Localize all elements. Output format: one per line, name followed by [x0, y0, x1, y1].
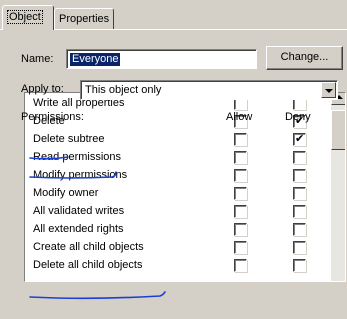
- chevron-down-icon: [325, 89, 333, 93]
- apply-to-value: This object only: [85, 84, 162, 96]
- name-field[interactable]: Everyone: [66, 49, 257, 69]
- apply-to-select[interactable]: This object only: [80, 80, 338, 100]
- tab-object[interactable]: Object: [2, 5, 54, 30]
- name-label: Name:: [21, 53, 54, 65]
- object-tab-panel: Name: Everyone Change... Apply to: This …: [0, 29, 347, 319]
- apply-to-dropdown-button[interactable]: [321, 82, 336, 98]
- tab-object-label: Object: [7, 10, 43, 24]
- tab-properties-label: Properties: [59, 13, 110, 25]
- permissions-label: Permissions:: [21, 111, 84, 123]
- change-button[interactable]: Change...: [266, 46, 343, 70]
- change-button-label: Change...: [280, 51, 329, 63]
- tab-properties[interactable]: Properties: [54, 8, 114, 29]
- deny-column-header: Deny: [285, 111, 311, 123]
- allow-column-header: Allow: [226, 111, 253, 123]
- apply-to-label: Apply to:: [21, 83, 64, 95]
- name-value: Everyone: [70, 53, 121, 66]
